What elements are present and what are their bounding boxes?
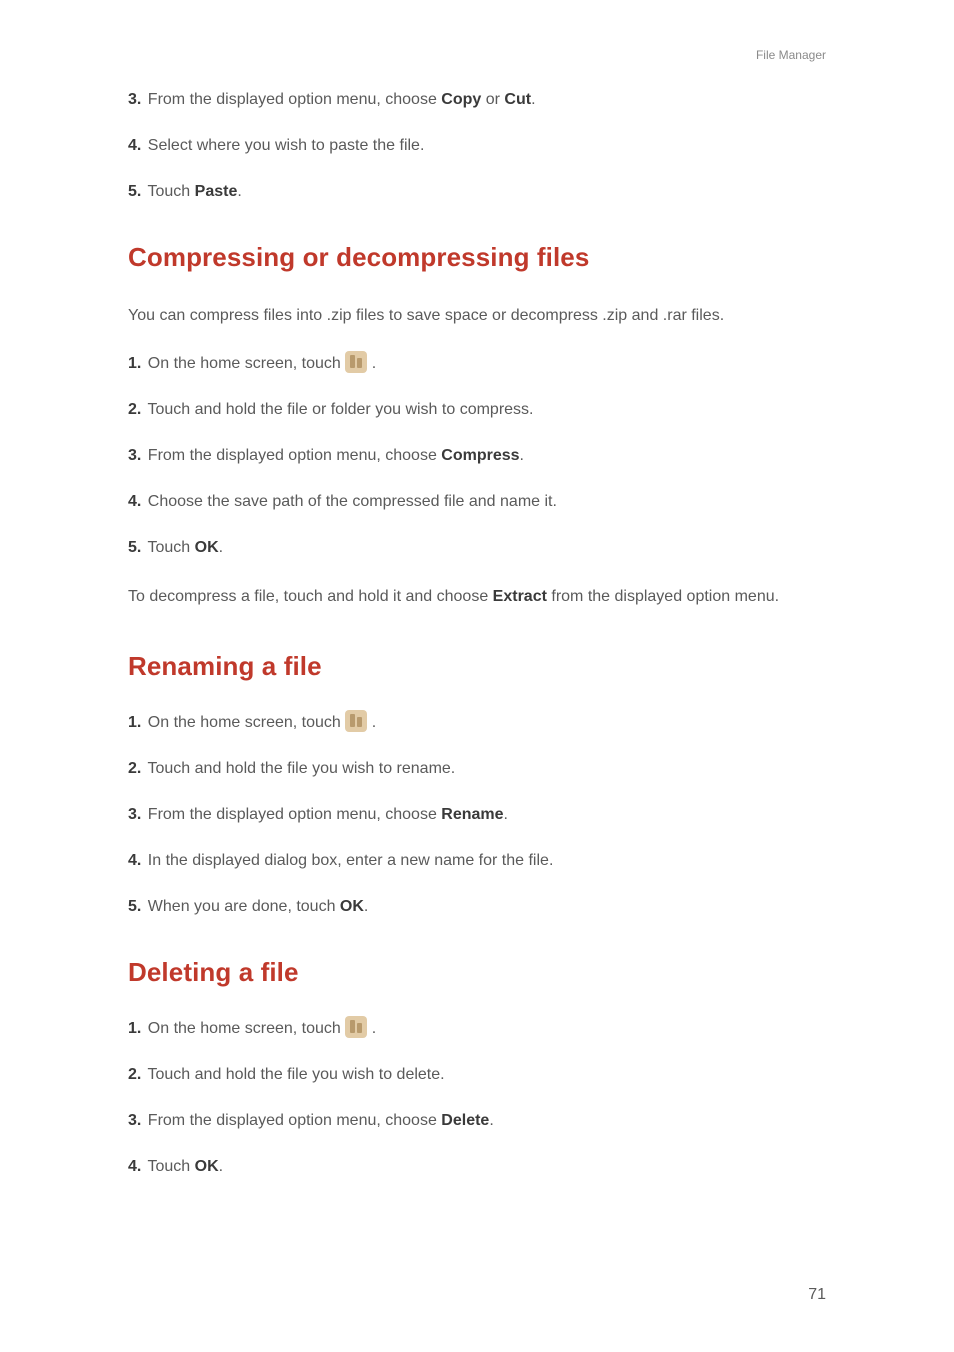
step-text: . [367,714,376,731]
step-number: 2. [128,1066,141,1083]
step-row: 3. From the displayed option menu, choos… [128,88,826,112]
label-cut: Cut [504,91,531,108]
step-text: From the displayed option menu, choose [148,1112,442,1129]
step-row: 3. From the displayed option menu, choos… [128,1109,826,1133]
step-text: Touch and hold the file you wish to dele… [148,1066,445,1083]
step-text: . [531,91,535,108]
step-text: . [219,539,223,556]
step-number: 5. [128,183,141,200]
file-manager-icon [345,710,367,732]
step-text: . [504,806,508,823]
step-number: 2. [128,401,141,418]
step-row: 3. From the displayed option menu, choos… [128,444,826,468]
step-row: 4. Touch OK. [128,1155,826,1179]
step-row: 5. When you are done, touch OK. [128,895,826,919]
step-text: . [219,1158,223,1175]
step-number: 2. [128,760,141,777]
step-text: In the displayed dialog box, enter a new… [148,852,554,869]
label-extract: Extract [493,588,547,605]
label-ok: OK [195,1158,219,1175]
step-text: On the home screen, touch [148,714,345,731]
step-text: Choose the save path of the compressed f… [148,493,557,510]
step-row: 2. Touch and hold the file or folder you… [128,398,826,422]
step-text: . [364,898,368,915]
step-text: Touch [148,1158,195,1175]
label-rename: Rename [441,806,503,823]
paragraph: You can compress files into .zip files t… [128,301,826,331]
step-number: 1. [128,355,141,372]
step-number: 5. [128,898,141,915]
step-number: 4. [128,493,141,510]
step-row: 1. On the home screen, touch . [128,1016,826,1041]
step-text: From the displayed option menu, choose [148,447,442,464]
step-text: Touch and hold the file or folder you wi… [148,401,534,418]
heading-renaming: Renaming a file [128,651,826,682]
step-row: 3. From the displayed option menu, choos… [128,803,826,827]
step-text: Select where you wish to paste the file. [148,137,425,154]
step-row: 5. Touch Paste. [128,180,826,204]
step-text: On the home screen, touch [148,355,345,372]
step-text: . [367,1020,376,1037]
label-ok: OK [195,539,219,556]
step-text: On the home screen, touch [148,1020,345,1037]
step-text: Touch [148,539,195,556]
step-row: 2. Touch and hold the file you wish to r… [128,757,826,781]
step-number: 1. [128,714,141,731]
step-number: 5. [128,539,141,556]
step-number: 4. [128,852,141,869]
step-text: From the displayed option menu, choose [148,806,442,823]
step-number: 3. [128,91,141,108]
step-row: 4. Choose the save path of the compresse… [128,490,826,514]
step-number: 3. [128,1112,141,1129]
heading-deleting: Deleting a file [128,957,826,988]
step-number: 3. [128,447,141,464]
step-row: 4. In the displayed dialog box, enter a … [128,849,826,873]
step-text: . [489,1112,493,1129]
step-row: 5. Touch OK. [128,536,826,560]
file-manager-icon [345,1016,367,1038]
text-run: To decompress a file, touch and hold it … [128,588,493,605]
step-number: 3. [128,806,141,823]
page-body: File Manager 3. From the displayed optio… [0,0,954,1179]
label-compress: Compress [441,447,519,464]
step-row: 4. Select where you wish to paste the fi… [128,134,826,158]
step-row: 2. Touch and hold the file you wish to d… [128,1063,826,1087]
step-row: 1. On the home screen, touch . [128,351,826,376]
step-text: . [237,183,241,200]
label-paste: Paste [195,183,238,200]
heading-compressing: Compressing or decompressing files [128,242,826,273]
step-row: 1. On the home screen, touch . [128,710,826,735]
header-section-label: File Manager [128,48,826,62]
text-run: from the displayed option menu. [547,588,779,605]
paragraph: To decompress a file, touch and hold it … [128,582,826,612]
step-number: 4. [128,137,141,154]
label-copy: Copy [441,91,481,108]
file-manager-icon [345,351,367,373]
step-text: Touch [148,183,195,200]
step-text: When you are done, touch [148,898,340,915]
step-text: . [367,355,376,372]
label-delete: Delete [441,1112,489,1129]
page-number: 71 [808,1286,826,1304]
step-text: . [520,447,524,464]
step-text: Touch and hold the file you wish to rena… [148,760,456,777]
step-number: 4. [128,1158,141,1175]
step-text: From the displayed option menu, choose [148,91,442,108]
step-number: 1. [128,1020,141,1037]
label-ok: OK [340,898,364,915]
step-text: or [481,91,504,108]
